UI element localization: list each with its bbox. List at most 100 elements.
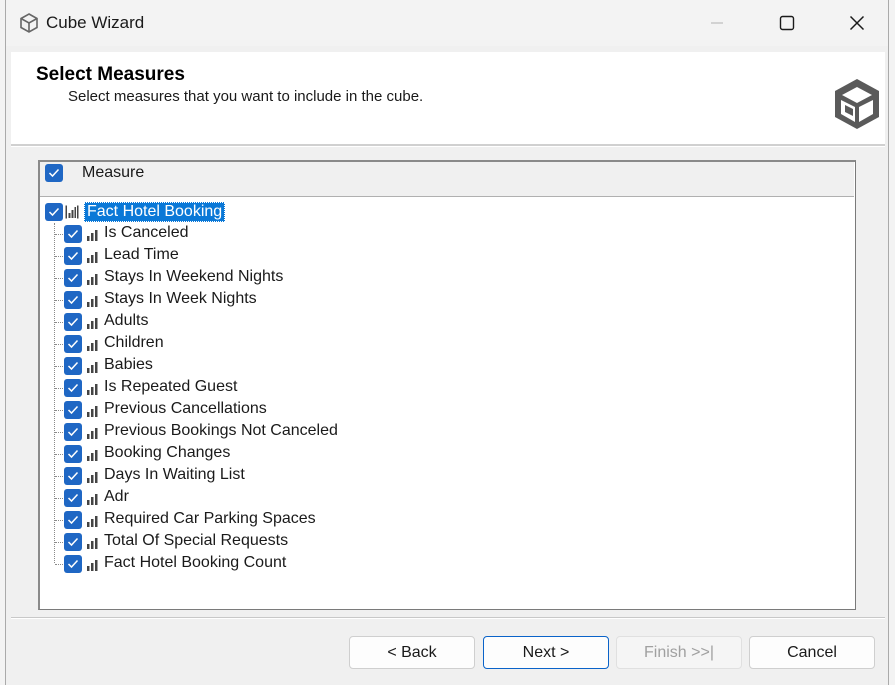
- list-item[interactable]: Required Car Parking Spaces: [40, 509, 840, 531]
- measure-label: Adults: [104, 312, 149, 329]
- tree-connector: [55, 454, 63, 455]
- measure-icon: [87, 428, 98, 439]
- measure-label: Required Car Parking Spaces: [104, 510, 316, 527]
- measure-checkbox[interactable]: [64, 225, 82, 243]
- measure-checkbox[interactable]: [64, 335, 82, 353]
- list-item[interactable]: Booking Changes: [40, 443, 840, 465]
- tree-root-row[interactable]: Fact Hotel Booking: [40, 201, 840, 223]
- maximize-button[interactable]: [752, 0, 822, 46]
- checkmark-icon: [67, 405, 79, 415]
- checkmark-icon: [67, 229, 79, 239]
- list-item[interactable]: Babies: [40, 355, 840, 377]
- list-item[interactable]: Adr: [40, 487, 840, 509]
- wizard-header: Select Measures Select measures that you…: [11, 52, 885, 144]
- measure-label: Previous Cancellations: [104, 400, 267, 417]
- measure-checkbox[interactable]: [64, 445, 82, 463]
- root-label: Fact Hotel Booking: [84, 202, 226, 222]
- close-button[interactable]: [822, 0, 892, 46]
- window-title: Cube Wizard: [46, 13, 145, 32]
- select-all-checkbox[interactable]: [45, 164, 63, 182]
- measure-label: Adr: [104, 488, 129, 505]
- measure-tree: Fact Hotel Booking Is Canceled Lead Time S…: [40, 197, 854, 608]
- list-item[interactable]: Is Canceled: [40, 223, 840, 245]
- measure-checkbox[interactable]: [64, 247, 82, 265]
- checkmark-icon: [67, 537, 79, 547]
- measure-label: Stays In Week Nights: [104, 290, 257, 307]
- checkmark-icon: [67, 273, 79, 283]
- measure-group-icon: [65, 205, 79, 219]
- checkmark-icon: [67, 317, 79, 327]
- list-item[interactable]: Total Of Special Requests: [40, 531, 840, 553]
- measure-label: Days In Waiting List: [104, 466, 245, 483]
- page-subtitle: Select measures that you want to include…: [68, 88, 424, 105]
- background-right-edge: [889, 0, 895, 685]
- tree-connector: [55, 498, 63, 499]
- measure-checkbox[interactable]: [64, 379, 82, 397]
- checkmark-icon: [67, 493, 79, 503]
- tree-connector: [55, 410, 63, 411]
- measure-checkbox[interactable]: [64, 511, 82, 529]
- list-item[interactable]: Adults: [40, 311, 840, 333]
- checkmark-icon: [67, 559, 79, 569]
- tree-connector: [55, 388, 63, 389]
- measure-icon: [87, 560, 98, 571]
- measure-checkbox[interactable]: [64, 313, 82, 331]
- measure-label: Is Canceled: [104, 224, 189, 241]
- measure-checkbox[interactable]: [64, 401, 82, 419]
- measure-icon: [87, 340, 98, 351]
- title-bar: Cube Wizard: [6, 0, 888, 46]
- cube-wizard-logo-icon: [835, 79, 879, 129]
- tree-connector: [55, 300, 63, 301]
- checkmark-icon: [67, 383, 79, 393]
- list-item[interactable]: Children: [40, 333, 840, 355]
- measure-checkbox[interactable]: [64, 269, 82, 287]
- checkmark-icon: [67, 449, 79, 459]
- measure-icon: [87, 384, 98, 395]
- list-item[interactable]: Stays In Week Nights: [40, 289, 840, 311]
- list-item[interactable]: Lead Time: [40, 245, 840, 267]
- tree-connector: [55, 322, 63, 323]
- cube-wizard-window: Cube Wizard Select Measures Select measu…: [5, 0, 889, 685]
- measure-checkbox[interactable]: [64, 467, 82, 485]
- measure-checkbox[interactable]: [64, 291, 82, 309]
- back-button[interactable]: < Back: [349, 636, 475, 669]
- list-column-header: Measure: [40, 162, 854, 197]
- tree-connector: [55, 234, 63, 235]
- list-item[interactable]: Is Repeated Guest: [40, 377, 840, 399]
- measure-column-label: Measure: [82, 164, 145, 181]
- tree-connector: [55, 542, 63, 543]
- measure-checkbox[interactable]: [64, 357, 82, 375]
- measure-label: Total Of Special Requests: [104, 532, 289, 549]
- measure-icon: [87, 406, 98, 417]
- checkmark-icon: [67, 427, 79, 437]
- checkmark-icon: [67, 471, 79, 481]
- footer-separator: [11, 617, 885, 619]
- root-checkbox[interactable]: [45, 203, 63, 221]
- cancel-button[interactable]: Cancel: [749, 636, 875, 669]
- checkmark-icon: [48, 207, 60, 217]
- list-item[interactable]: Days In Waiting List: [40, 465, 840, 487]
- list-item[interactable]: Stays In Weekend Nights: [40, 267, 840, 289]
- measure-label: Booking Changes: [104, 444, 231, 461]
- measure-icon: [87, 450, 98, 461]
- measure-checkbox[interactable]: [64, 423, 82, 441]
- measure-label: Stays In Weekend Nights: [104, 268, 284, 285]
- measure-checkbox[interactable]: [64, 489, 82, 507]
- tree-connector: [55, 476, 63, 477]
- next-button[interactable]: Next >: [483, 636, 609, 669]
- minimize-button[interactable]: [682, 0, 752, 46]
- measure-label: Previous Bookings Not Canceled: [104, 422, 338, 439]
- list-item[interactable]: Fact Hotel Booking Count: [40, 553, 840, 575]
- list-item[interactable]: Previous Bookings Not Canceled: [40, 421, 840, 443]
- minimize-icon: [711, 22, 723, 24]
- measure-label: Is Repeated Guest: [104, 378, 238, 395]
- checkmark-icon: [67, 295, 79, 305]
- checkmark-icon: [67, 251, 79, 261]
- finish-button[interactable]: Finish >>|: [616, 636, 742, 669]
- list-item[interactable]: Previous Cancellations: [40, 399, 840, 421]
- measure-icon: [87, 318, 98, 329]
- measure-checkbox[interactable]: [64, 533, 82, 551]
- measure-checkbox[interactable]: [64, 555, 82, 573]
- checkmark-icon: [67, 515, 79, 525]
- measures-list[interactable]: Measure Fact Hotel Booking Is Canceled Le…: [38, 160, 856, 610]
